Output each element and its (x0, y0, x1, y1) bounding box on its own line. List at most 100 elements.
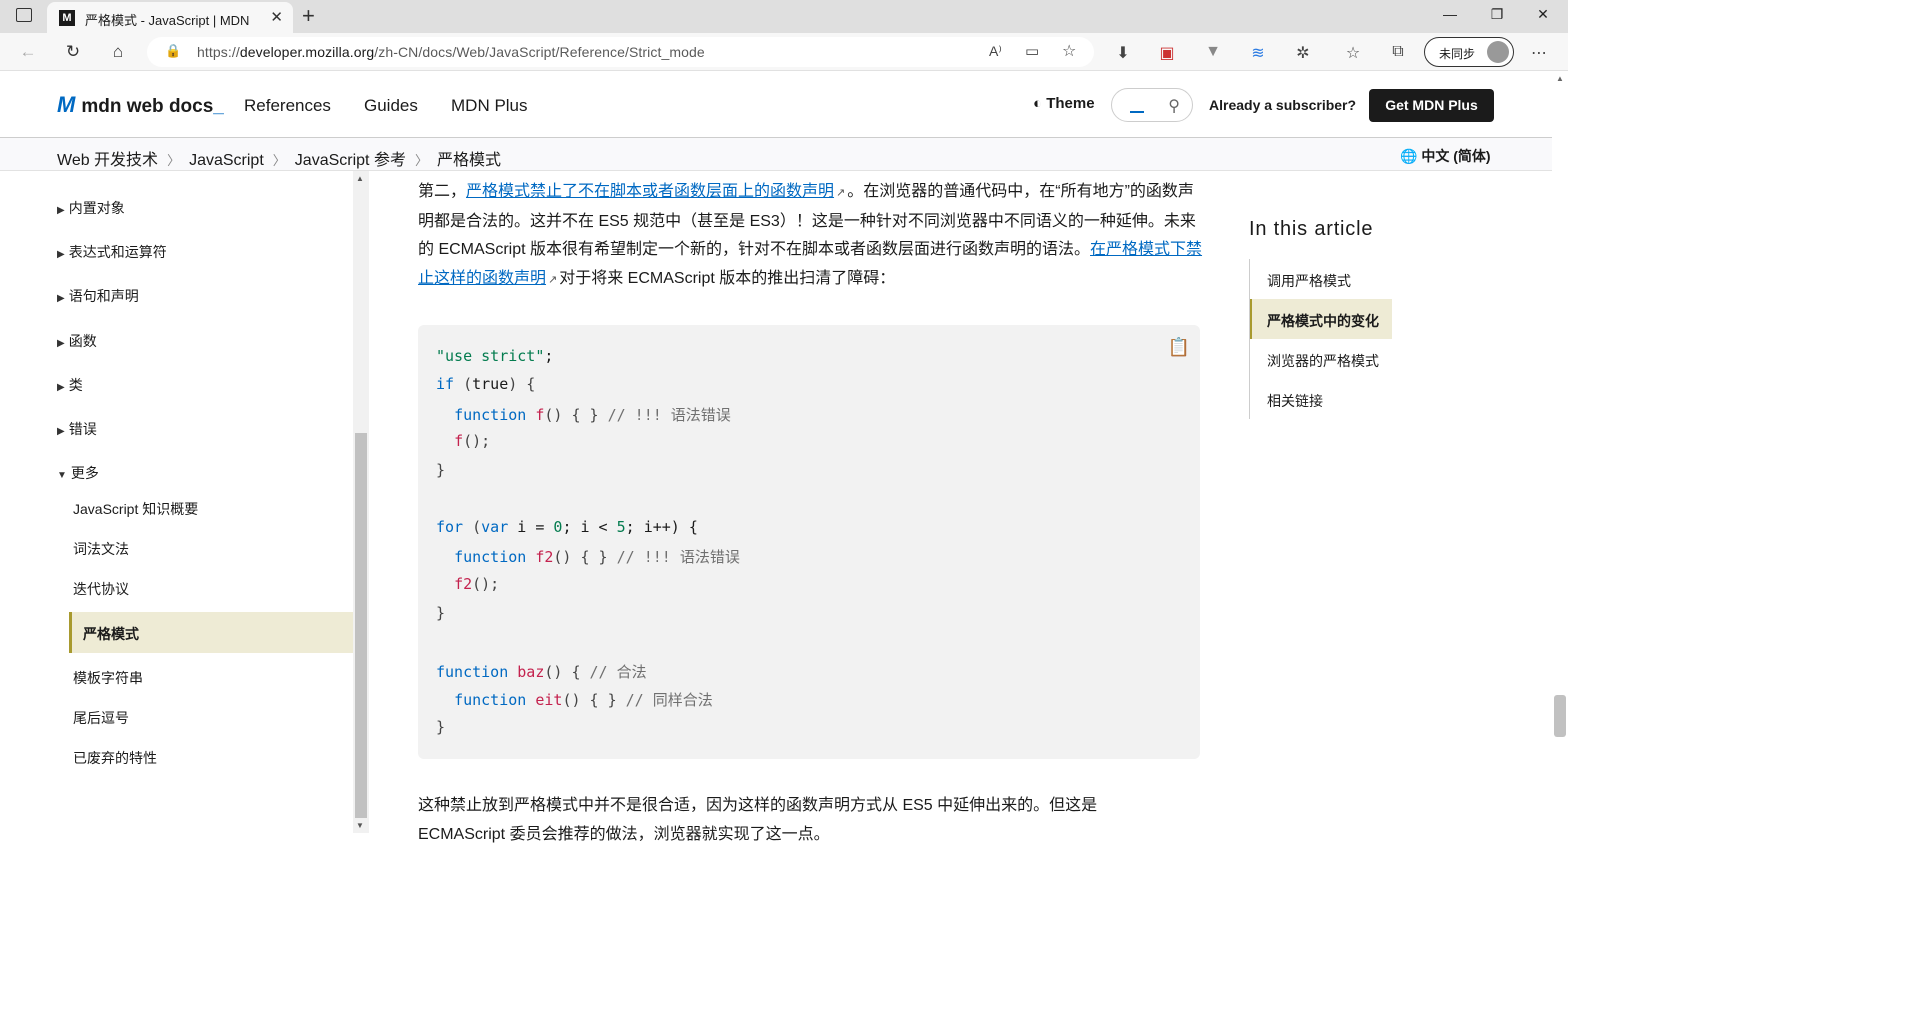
lock-icon[interactable]: 🔒 (165, 43, 181, 59)
code-line: } (436, 604, 446, 622)
sidebar-link[interactable]: 已废弃的特性 (73, 748, 157, 768)
external-link-icon: ↗ (836, 187, 846, 199)
theme-icon: ◐ (1033, 95, 1043, 112)
code-line: function f2() { } // !!! 语法错误 (454, 548, 740, 566)
breadcrumb-item[interactable]: JavaScript 参考 (295, 152, 406, 169)
theme-switcher[interactable]: ◐ Theme (1033, 95, 1095, 112)
refresh-icon[interactable]: ↻ (62, 41, 84, 63)
avatar (1487, 41, 1509, 63)
toc-item[interactable]: 浏览器的严格模式 (1267, 351, 1379, 371)
copy-icon[interactable]: 📋 (1168, 337, 1190, 358)
code-line: f2(); (454, 575, 500, 593)
download-icon[interactable]: ⬇ (1113, 43, 1133, 63)
sidebar-link[interactable]: 迭代协议 (73, 579, 129, 599)
code-line: function eit() { } // 同样合法 (454, 691, 713, 709)
back-icon[interactable]: ← (17, 41, 39, 63)
breadcrumb-bar: Web 开发技术〉 JavaScript 〉 JavaScript 参考〉严格模式 🌐… (0, 138, 1568, 171)
sidebar-group[interactable]: ▶ 语句和声明 (57, 286, 139, 306)
language-switcher[interactable]: 🌐 中文 (简体) (1400, 146, 1491, 166)
sidebar: ▶ 内置对象 ▶ 表达式和运算符 ▶ 语句和声明 ▶ 函数 ▶ 类 ▶ 错误 ▼ 更多 Jav… (0, 171, 353, 833)
more-menu-icon[interactable]: ⋯ (1529, 43, 1549, 63)
minimize-icon[interactable]: — (1440, 6, 1460, 22)
tab-actions-icon[interactable] (16, 8, 32, 22)
code-line: "use strict"; (436, 347, 554, 365)
sidebar-link-active[interactable]: 严格模式 (69, 612, 353, 653)
globe-icon: 🌐 (1400, 148, 1418, 164)
tab-close-icon[interactable]: ✕ (270, 8, 283, 26)
favorites-icon[interactable]: ☆ (1343, 43, 1363, 63)
sidebar-group[interactable]: ▶ 错误 (57, 419, 97, 439)
site-header: Mmdn web docs_ References Guides MDN Plu… (0, 72, 1568, 138)
external-link-icon: ↗ (548, 273, 558, 286)
immersive-reader-icon[interactable]: ▭ (1025, 42, 1039, 60)
article-paragraph: 第二，严格模式禁止了不在脚本或者函数层面上的函数声明 ↗ 。在浏览器的普通代码中，在… (418, 183, 1203, 287)
subscriber-link[interactable]: Already a subscriber? (1209, 97, 1356, 113)
sidebar-link[interactable]: JavaScript 知识概要 (73, 499, 198, 519)
code-line: } (436, 718, 446, 736)
read-aloud-icon[interactable]: A⁾ (989, 43, 1002, 60)
code-line: function f() { } // !!! 语法错误 (454, 406, 731, 424)
page-scrollbar[interactable]: ▲ (1552, 72, 1568, 833)
toc-item[interactable]: 调用严格模式 (1267, 271, 1351, 291)
code-line: f(); (454, 432, 491, 450)
search-icon[interactable]: ⚲ (1168, 96, 1180, 116)
add-favorite-icon[interactable]: ☆ (1062, 41, 1076, 61)
search-input[interactable]: ⚲ (1111, 88, 1193, 122)
code-line: if (true) { (436, 375, 536, 393)
toc-item-active[interactable]: 严格模式中的变化 (1250, 299, 1392, 339)
mdn-logo-icon: M (57, 92, 76, 117)
code-block[interactable]: 📋 "use strict"; if (true) { function f()… (418, 325, 1200, 759)
address-bar[interactable]: 🔒 https://developer.mozilla.org/zh-CN/do… (147, 37, 1094, 67)
browser-toolbar: ← ↻ ⌂ 🔒 https://developer.mozilla.org/zh… (0, 33, 1568, 71)
article-link[interactable]: 严格模式禁止了不在脚本或者函数层面上的函数声明 (466, 183, 834, 200)
extension-v-icon[interactable]: ▼ (1203, 43, 1223, 61)
breadcrumb-item[interactable]: JavaScript (189, 152, 264, 169)
new-tab-icon[interactable]: + (302, 3, 315, 29)
toc-item[interactable]: 相关链接 (1267, 391, 1323, 411)
sidebar-link[interactable]: 尾后逗号 (73, 708, 129, 728)
caret-right-icon: ▶ (57, 205, 65, 216)
sidebar-group[interactable]: ▶ 表达式和运算符 (57, 242, 167, 262)
sidebar-group[interactable]: ▶ 函数 (57, 331, 97, 351)
breadcrumb-item[interactable]: 严格模式 (437, 152, 501, 169)
nav-mdn-plus[interactable]: MDN Plus (451, 96, 528, 116)
nav-references[interactable]: References (244, 96, 331, 116)
url-text[interactable]: https://developer.mozilla.org/zh-CN/docs… (197, 44, 705, 60)
extension-icon[interactable]: ▣ (1157, 43, 1177, 63)
toc-title: In this article (1249, 218, 1374, 240)
sidebar-group-expanded[interactable]: ▼ 更多 (57, 463, 99, 483)
breadcrumb: Web 开发技术〉 JavaScript 〉 JavaScript 参考〉严格模式 (57, 152, 501, 169)
sidebar-link[interactable]: 模板字符串 (73, 668, 143, 688)
code-line: function baz() { // 合法 (436, 663, 647, 681)
caret-right-icon: ▶ (57, 249, 65, 260)
code-line: } (436, 461, 446, 479)
mdn-logo[interactable]: Mmdn web docs_ (57, 92, 224, 118)
window-close-icon[interactable]: ✕ (1533, 6, 1553, 23)
nav-guides[interactable]: Guides (364, 96, 418, 116)
caret-right-icon: ▶ (57, 293, 65, 304)
sidebar-scrollbar[interactable]: ▲ ▼ (353, 171, 369, 833)
browser-tab[interactable]: M 严格模式 - JavaScript | MDN ✕ (47, 2, 293, 33)
extensions-icon[interactable]: ✲ (1293, 43, 1313, 63)
browser-tab-bar: M 严格模式 - JavaScript | MDN ✕ + — ❐ ✕ (0, 0, 1568, 33)
restore-icon[interactable]: ❐ (1487, 6, 1507, 23)
code-line: for (var i = 0; i < 5; i++) { (436, 518, 698, 536)
profile-sync-button[interactable]: 未同步 (1424, 37, 1514, 67)
collections-icon[interactable]: ⧉ (1388, 43, 1408, 61)
sync-label: 未同步 (1439, 47, 1476, 61)
breadcrumb-item[interactable]: Web 开发技术 (57, 152, 158, 169)
article-paragraph: 这种禁止放到严格模式中并不是很合适，因为这样的函数声明方式从 ES5 中延伸出来… (418, 797, 1098, 843)
caret-down-icon: ▼ (57, 470, 67, 481)
caret-right-icon: ▶ (57, 338, 65, 349)
get-mdn-plus-button[interactable]: Get MDN Plus (1369, 89, 1494, 122)
caret-right-icon: ▶ (57, 426, 65, 437)
home-icon[interactable]: ⌂ (107, 41, 129, 63)
toc-divider (1249, 259, 1250, 419)
sidebar-link[interactable]: 词法文法 (73, 539, 129, 559)
extension-layers-icon[interactable]: ≋ (1248, 43, 1268, 63)
sidebar-group[interactable]: ▶ 类 (57, 375, 83, 395)
sidebar-group[interactable]: ▶ 内置对象 (57, 198, 125, 218)
mdn-favicon-icon: M (59, 10, 75, 26)
caret-right-icon: ▶ (57, 382, 65, 393)
tab-title: 严格模式 - JavaScript | MDN (85, 13, 250, 28)
